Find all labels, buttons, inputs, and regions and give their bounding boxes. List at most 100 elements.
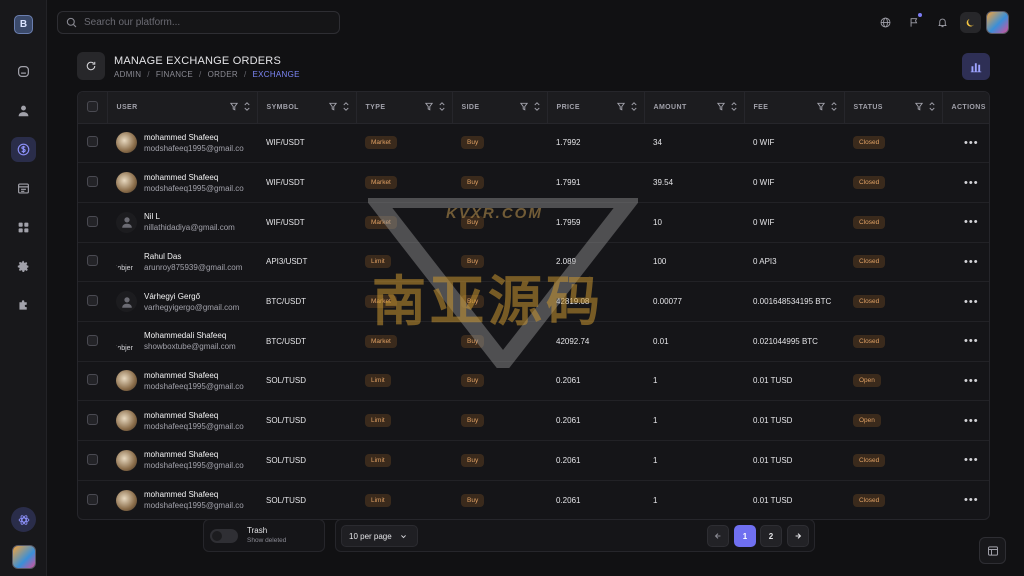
row-actions-button[interactable]: ••• [942, 480, 989, 519]
user-photo-avatar [116, 172, 137, 194]
column-header-side[interactable]: SIDE [452, 92, 548, 124]
trash-subtitle: Show deleted [247, 537, 287, 544]
sidebar-item-settings[interactable] [11, 254, 36, 279]
row-checkbox[interactable] [87, 136, 98, 148]
sort-icon[interactable] [243, 102, 251, 111]
row-actions-button[interactable]: ••• [942, 321, 989, 362]
theme-toggle-button[interactable] [960, 12, 981, 33]
column-header-type[interactable]: TYPE [356, 92, 453, 124]
filter-icon[interactable] [519, 102, 528, 111]
row-checkbox[interactable] [87, 414, 98, 426]
column-header-fee[interactable]: FEE [744, 92, 845, 124]
row-actions-button[interactable]: ••• [942, 242, 989, 283]
column-tools [616, 102, 638, 111]
prev-page-button[interactable] [707, 525, 729, 547]
analytics-button[interactable] [962, 53, 990, 80]
sort-icon[interactable] [730, 102, 738, 111]
row-checkbox[interactable] [87, 255, 98, 267]
language-button[interactable] [876, 13, 894, 31]
column-header-user[interactable]: USER [107, 92, 258, 124]
filter-icon[interactable] [229, 102, 238, 111]
row-actions-button[interactable]: ••• [942, 361, 989, 402]
sidebar-item-content[interactable] [11, 176, 36, 201]
breadcrumb-order[interactable]: ORDER [208, 70, 238, 79]
sort-icon[interactable] [342, 102, 350, 111]
column-header-amount[interactable]: AMOUNT [644, 92, 745, 124]
table-row[interactable]: Nil Lnillathidadiya@gmail.com WIF/USDT Mar… [78, 202, 989, 243]
row-actions-button[interactable]: ••• [942, 400, 989, 441]
row-actions-button[interactable]: ••• [942, 123, 989, 164]
filter-icon[interactable] [716, 102, 725, 111]
per-page-select[interactable]: 10 per page [341, 525, 418, 547]
row-actions-button[interactable]: ••• [942, 162, 989, 203]
table-row[interactable]: mohammed Shafeeq modshafeeq1995@gmail.co S… [78, 440, 989, 481]
side-badge: Buy [461, 493, 485, 507]
column-header-status[interactable]: STATUS [844, 92, 943, 124]
breadcrumb-admin[interactable]: ADMIN [114, 70, 141, 79]
sidebar-item-finance[interactable] [11, 137, 36, 162]
search-box[interactable] [57, 11, 340, 34]
breadcrumb-exchange: EXCHANGE [252, 70, 300, 79]
user-avatar[interactable] [986, 11, 1009, 34]
row-actions-button[interactable]: ••• [942, 202, 989, 243]
search-input[interactable] [84, 17, 324, 28]
table-row[interactable]: mohammed Shafeeq modshafeeq1995@gmail.co S… [78, 400, 989, 441]
sort-icon[interactable] [928, 102, 936, 111]
row-checkbox[interactable] [87, 295, 98, 307]
sidebar-item-users[interactable] [11, 98, 36, 123]
type-cell: Limit [356, 361, 452, 402]
row-actions-button[interactable]: ••• [942, 281, 989, 322]
row-checkbox[interactable] [87, 374, 98, 386]
announcements-button[interactable] [905, 13, 923, 31]
sidebar-item-system[interactable] [11, 507, 36, 532]
dollar-icon [17, 143, 30, 156]
sidebar-item-apps[interactable] [11, 215, 36, 240]
sidebar-item-extensions[interactable] [11, 293, 36, 318]
trash-toggle[interactable] [210, 528, 238, 543]
table-row[interactable]: Várhegyi Gergő varhegyigergo@gmail.com BTC… [78, 281, 989, 322]
user-info: mohammed Shafeeq modshafeeq1995@gmail.co [144, 172, 244, 194]
column-header-price[interactable]: PRICE [547, 92, 645, 124]
row-checkbox[interactable] [87, 176, 98, 188]
notifications-button[interactable] [933, 13, 951, 31]
side-badge: Buy [461, 334, 485, 348]
breadcrumb-finance[interactable]: FINANCE [156, 70, 193, 79]
row-checkbox[interactable] [87, 493, 98, 505]
symbol-cell: WIF/USDT [257, 162, 356, 203]
filter-icon[interactable] [424, 102, 433, 111]
table-row[interactable]: 'objer Mohammedali Shafeeq showboxtube@gma… [78, 321, 989, 362]
table-row[interactable]: mohammed Shafeeq modshafeeq1995@gmail.co S… [78, 361, 989, 402]
filter-icon[interactable] [914, 102, 923, 111]
status-cell: Closed [844, 440, 942, 481]
filter-icon[interactable] [816, 102, 825, 111]
filter-icon[interactable] [328, 102, 337, 111]
row-checkbox[interactable] [87, 453, 98, 465]
side-cell: Buy [452, 202, 547, 243]
sort-icon[interactable] [630, 102, 638, 111]
app-logo[interactable]: B [14, 15, 33, 34]
fee-cell: 0.01 TUSD [744, 400, 844, 441]
type-badge: Market [365, 295, 397, 309]
table-row[interactable]: 'objer Rahul Das arunroy875939@gmail.com AP… [78, 242, 989, 283]
sidebar-avatar[interactable] [12, 545, 36, 569]
row-checkbox[interactable] [87, 334, 98, 346]
table-row[interactable]: mohammed Shafeeq modshafeeq1995@gmail.co W… [78, 162, 989, 203]
layout-toggle-button[interactable] [979, 537, 1006, 564]
row-checkbox[interactable] [87, 215, 98, 227]
fee-cell: 0.01 TUSD [744, 440, 844, 481]
sort-icon[interactable] [830, 102, 838, 111]
row-actions-button[interactable]: ••• [942, 440, 989, 481]
refresh-button[interactable] [77, 52, 105, 80]
sidebar-item-dashboard[interactable] [11, 59, 36, 84]
page-button-2[interactable]: 2 [760, 525, 782, 547]
sort-icon[interactable] [438, 102, 446, 111]
select-all-checkbox[interactable] [87, 100, 98, 112]
table-row[interactable]: mohammed Shafeeq modshafeeq1995@gmail.co S… [78, 480, 989, 519]
table-row[interactable]: mohammed Shafeeq modshafeeq1995@gmail.co W… [78, 123, 989, 164]
page-button-1[interactable]: 1 [734, 525, 756, 547]
column-header-symbol[interactable]: SYMBOL [257, 92, 357, 124]
filter-icon[interactable] [616, 102, 625, 111]
next-page-button[interactable] [787, 525, 809, 547]
sort-icon[interactable] [533, 102, 541, 111]
moon-icon [966, 19, 974, 27]
